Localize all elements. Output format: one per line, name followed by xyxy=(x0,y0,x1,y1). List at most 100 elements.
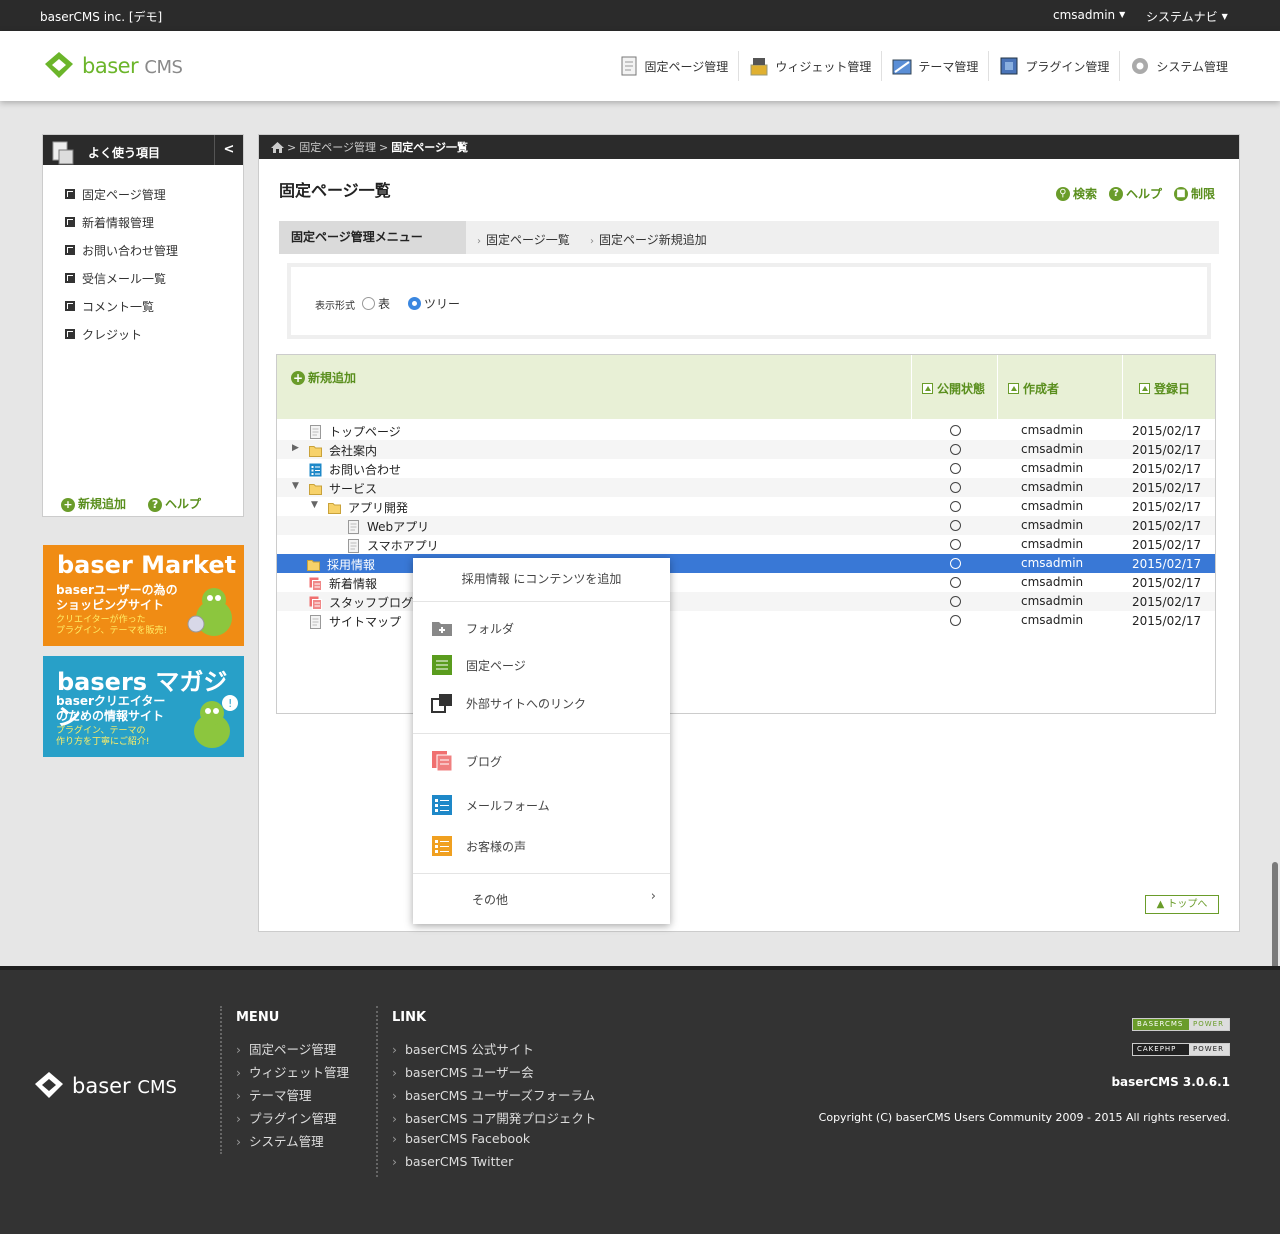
publish-status-icon[interactable] xyxy=(950,558,961,569)
page-icon xyxy=(621,56,637,76)
home-icon[interactable] xyxy=(271,141,284,153)
basercms-power-badge[interactable]: BASERCMS POWER xyxy=(1132,1018,1230,1031)
context-item-link[interactable]: 外部サイトへのリンク xyxy=(431,692,586,714)
publish-status-icon[interactable] xyxy=(950,596,961,607)
nav-system-management[interactable]: システム管理 xyxy=(1119,51,1238,81)
sidebar-add-button[interactable]: + 新規追加 xyxy=(61,495,126,512)
footer-menu-link[interactable]: 固定ページ管理 xyxy=(236,1039,349,1062)
row-name[interactable]: スマホアプリ xyxy=(347,537,439,554)
search-button[interactable]: ⚲ 検索 xyxy=(1055,185,1097,202)
publish-status-icon[interactable] xyxy=(950,520,961,531)
context-item-voice[interactable]: お客様の声 xyxy=(431,835,526,857)
logo-mark-icon xyxy=(45,52,73,78)
publish-status-icon[interactable] xyxy=(950,463,961,474)
expand-arrow-icon[interactable]: ▶ xyxy=(292,443,299,453)
footer-logo[interactable]: baser CMS xyxy=(32,1070,177,1102)
row-name[interactable]: 会社案内 xyxy=(309,442,377,459)
favorite-item[interactable]: クレジット xyxy=(43,320,243,348)
row-name[interactable]: お問い合わせ xyxy=(309,461,401,478)
favorite-item[interactable]: 固定ページ管理 xyxy=(43,180,243,208)
context-item-mailform[interactable]: メールフォーム xyxy=(431,794,550,816)
row-name[interactable]: Webアプリ xyxy=(347,518,429,535)
sidebar-help-button[interactable]: ? ヘルプ xyxy=(148,495,201,512)
collapse-arrow-icon[interactable]: ▼ xyxy=(311,500,318,510)
help-button[interactable]: ? ヘルプ xyxy=(1108,185,1162,202)
table-row[interactable]: ▼ アプリ開発 cmsadmin 2015/02/17 xyxy=(277,497,1215,516)
banner-title: baser Market xyxy=(57,551,237,579)
footer-external-link[interactable]: baserCMS コア開発プロジェクト xyxy=(392,1108,596,1131)
view-mode-tree-radio[interactable]: ツリー xyxy=(408,295,460,312)
favorite-item[interactable]: お問い合わせ管理 xyxy=(43,236,243,264)
nav-theme-management[interactable]: テーマ管理 xyxy=(881,51,988,81)
footer-external-link[interactable]: baserCMS ユーザーズフォーラム xyxy=(392,1085,596,1108)
dragon-mascot-icon xyxy=(187,588,232,636)
footer-menu-link[interactable]: プラグイン管理 xyxy=(236,1108,349,1131)
submenu-link-page-list[interactable]: 固定ページ一覧 xyxy=(477,231,570,248)
publish-status-icon[interactable] xyxy=(950,425,961,436)
row-name[interactable]: 採用情報 xyxy=(307,556,375,573)
restrict-button[interactable]: ■ 制限 xyxy=(1173,185,1215,202)
cakephp-power-badge[interactable]: CAKEPHP POWER xyxy=(1132,1043,1230,1056)
table-row[interactable]: トップページ cmsadmin 2015/02/17 xyxy=(277,421,1215,440)
table-row[interactable]: お問い合わせ cmsadmin 2015/02/17 xyxy=(277,459,1215,478)
sidebar-footer: + 新規追加 ? ヘルプ xyxy=(61,495,201,512)
plus-icon: + xyxy=(61,498,75,512)
row-name[interactable]: トップページ xyxy=(309,423,401,440)
row-name[interactable]: サービス xyxy=(309,480,377,497)
publish-status-icon[interactable] xyxy=(950,577,961,588)
context-item-blog[interactable]: ブログ xyxy=(431,750,502,772)
row-name[interactable]: サイトマップ xyxy=(309,613,401,630)
publish-status-icon[interactable] xyxy=(950,444,961,455)
banner-line: のための情報サイト xyxy=(56,709,165,723)
blog-icon xyxy=(309,596,322,610)
table-row[interactable]: ▼ サービス cmsadmin 2015/02/17 xyxy=(277,478,1215,497)
sidebar-collapse-button[interactable]: < xyxy=(214,135,243,165)
collapse-arrow-icon[interactable]: ▼ xyxy=(292,481,299,491)
basercms-logo[interactable]: baser CMS xyxy=(42,49,183,83)
footer-external-link[interactable]: baserCMS ユーザー会 xyxy=(392,1062,596,1085)
table-row[interactable]: Webアプリ cmsadmin 2015/02/17 xyxy=(277,516,1215,535)
user-menu[interactable]: cmsadmin ▼ xyxy=(1053,8,1125,22)
favorite-item[interactable]: 受信メール一覧 xyxy=(43,264,243,292)
basers-magazine-banner[interactable]: basers マガジン baserクリエイター のための情報サイト プラグイン、… xyxy=(43,656,244,757)
favorite-item[interactable]: コメント一覧 xyxy=(43,292,243,320)
breadcrumb-parent-link[interactable]: 固定ページ管理 xyxy=(299,139,376,155)
favorite-item[interactable]: 新着情報管理 xyxy=(43,208,243,236)
row-name[interactable]: スタッフブログ xyxy=(309,594,413,611)
publish-status-icon[interactable] xyxy=(950,482,961,493)
context-item-more[interactable]: その他 xyxy=(472,891,508,908)
table-row[interactable]: スマホアプリ cmsadmin 2015/02/17 xyxy=(277,535,1215,554)
context-item-folder[interactable]: フォルダ xyxy=(431,617,514,639)
folder-icon xyxy=(309,445,322,457)
back-to-top-button[interactable]: ▲ トップへ xyxy=(1145,895,1219,914)
row-name[interactable]: 新着情報 xyxy=(309,575,377,592)
submenu-link-add-page[interactable]: 固定ページ新規追加 xyxy=(590,231,707,248)
folder-icon xyxy=(309,483,322,495)
system-nav-menu[interactable]: システムナビ ▼ xyxy=(1146,8,1228,25)
publish-status-icon[interactable] xyxy=(950,539,961,550)
add-new-button[interactable]: + 新規追加 xyxy=(291,369,356,386)
column-date[interactable]: 登録日 xyxy=(1122,355,1215,419)
footer-external-link[interactable]: baserCMS Twitter xyxy=(392,1154,596,1177)
footer-menu-link[interactable]: テーマ管理 xyxy=(236,1085,349,1108)
nav-widget-management[interactable]: ウィジェット管理 xyxy=(738,51,881,81)
publish-status-icon[interactable] xyxy=(950,615,961,626)
column-status[interactable]: 公開状態 xyxy=(911,355,997,419)
footer-external-link[interactable]: baserCMS 公式サイト xyxy=(392,1039,596,1062)
site-name-link[interactable]: baserCMS inc. [デモ] xyxy=(40,8,162,25)
baser-market-banner[interactable]: baser Market baserユーザーの為の ショッピングサイト クリエイ… xyxy=(43,545,244,646)
footer-menu-link[interactable]: ウィジェット管理 xyxy=(236,1062,349,1085)
publish-status-icon[interactable] xyxy=(950,501,961,512)
context-item-page[interactable]: 固定ページ xyxy=(431,654,526,676)
sidebar-header: よく使う項目 < xyxy=(43,135,243,165)
radio-label: ツリー xyxy=(424,297,461,311)
footer-menu-link[interactable]: システム管理 xyxy=(236,1131,349,1154)
footer-external-link[interactable]: baserCMS Facebook xyxy=(392,1131,596,1154)
row-name[interactable]: アプリ開発 xyxy=(328,499,408,516)
view-mode-table-radio[interactable]: 表 xyxy=(362,295,390,312)
table-row[interactable]: ▶ 会社案内 cmsadmin 2015/02/17 xyxy=(277,440,1215,459)
column-author[interactable]: 作成者 xyxy=(997,355,1122,419)
page-scrollbar[interactable] xyxy=(1272,862,1278,972)
nav-page-management[interactable]: 固定ページ管理 xyxy=(609,51,739,81)
nav-plugin-management[interactable]: プラグイン管理 xyxy=(988,51,1119,81)
